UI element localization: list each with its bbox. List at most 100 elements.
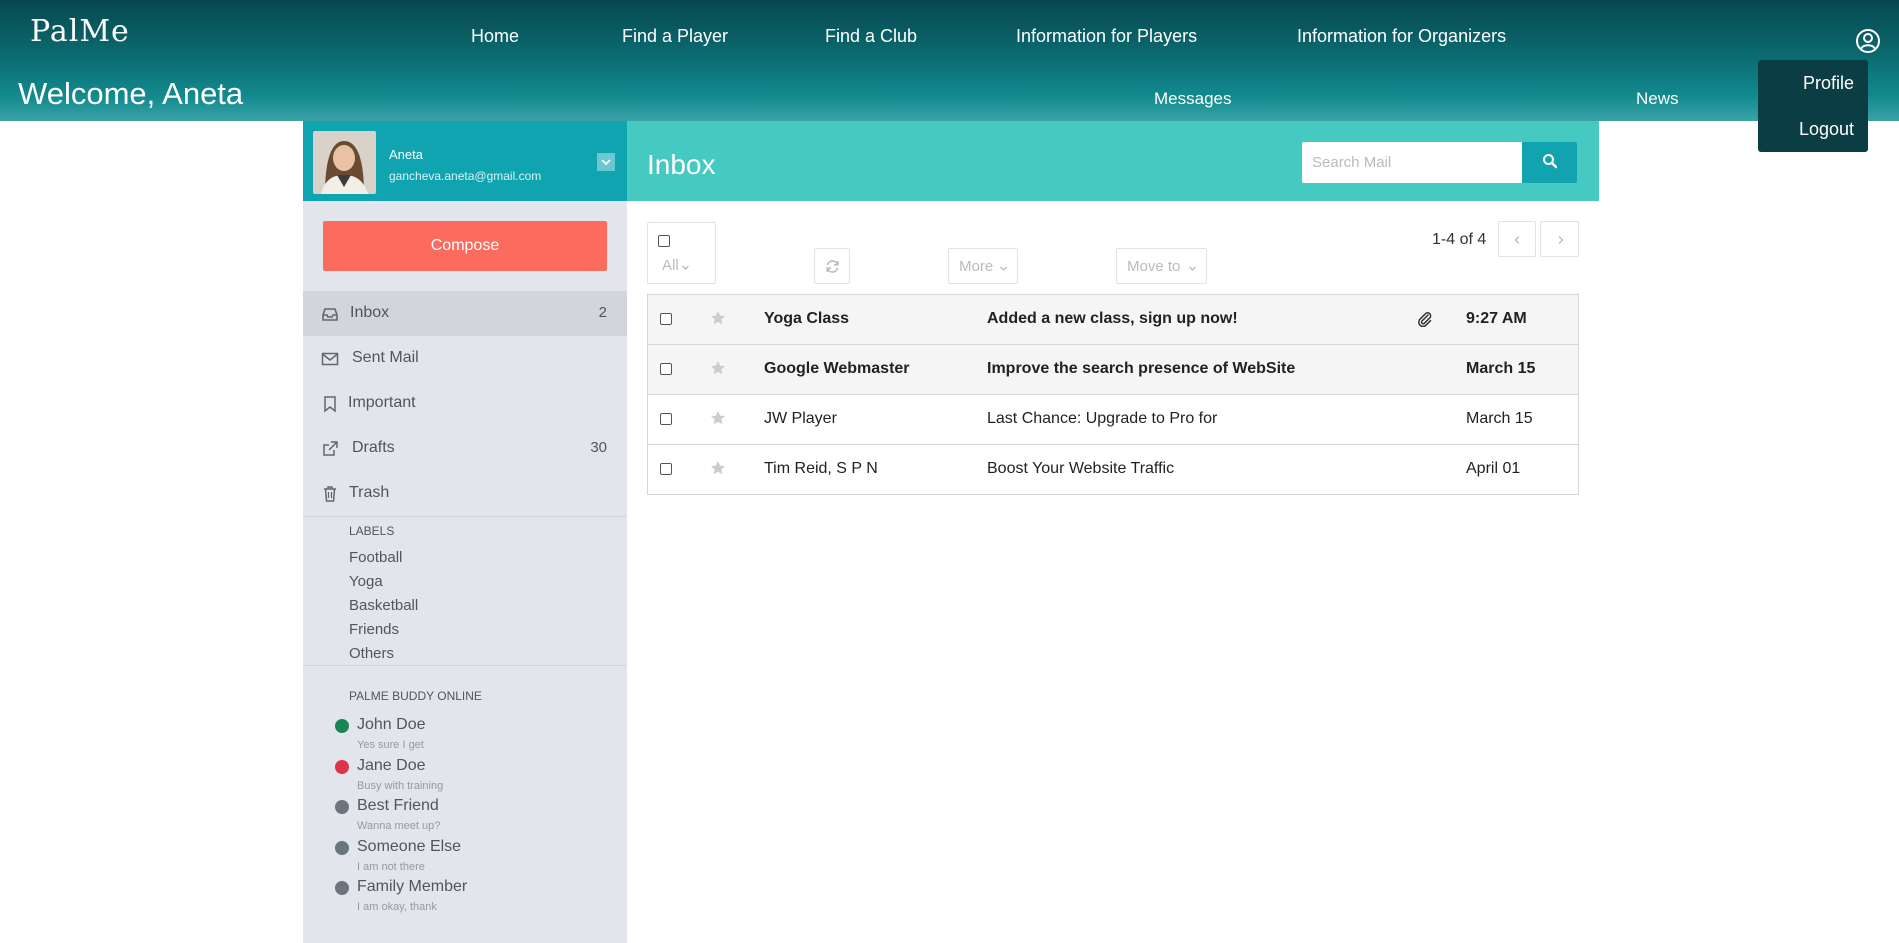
divider <box>303 665 627 666</box>
mail-sender: Google Webmaster <box>764 360 910 377</box>
label-friends[interactable]: Friends <box>349 621 399 638</box>
compose-button[interactable]: Compose <box>323 221 607 271</box>
mail-list: Yoga Class Added a new class, sign up no… <box>647 294 1579 495</box>
folder-sent-mail[interactable]: Sent Mail <box>303 336 627 381</box>
bookmark-icon <box>324 396 336 413</box>
folder-label: Trash <box>349 484 390 501</box>
mail-row[interactable]: JW Player Last Chance: Upgrade to Pro fo… <box>648 395 1578 445</box>
buddy-item[interactable]: Family Member I am okay, thank <box>333 878 613 918</box>
nav-find-player[interactable]: Find a Player <box>622 26 728 47</box>
more-label: More <box>959 258 994 275</box>
buddy-status: I am not there <box>357 861 425 873</box>
external-link-icon <box>323 441 338 456</box>
mail-sender: Tim Reid, S P N <box>764 460 878 477</box>
away-status-dot <box>335 881 349 895</box>
search-icon <box>1542 154 1557 169</box>
nav-news[interactable]: News <box>1636 89 1679 109</box>
labels-heading: LABELS <box>349 524 395 538</box>
mail-row[interactable]: Google Webmaster Improve the search pres… <box>648 345 1578 395</box>
buddy-item[interactable]: Jane Doe Busy with training <box>333 757 613 797</box>
user-circle-icon[interactable] <box>1855 28 1881 54</box>
label-basketball[interactable]: Basketball <box>349 597 418 614</box>
mail-subject: Boost Your Website Traffic <box>987 460 1175 477</box>
folder-label: Inbox <box>350 304 390 321</box>
label-others[interactable]: Others <box>349 645 394 662</box>
mail-sender: JW Player <box>764 410 837 427</box>
next-page-button[interactable] <box>1540 221 1579 257</box>
mail-row[interactable]: Yoga Class Added a new class, sign up no… <box>648 295 1578 345</box>
buddy-item[interactable]: Someone Else I am not there <box>333 838 613 878</box>
star-icon[interactable] <box>710 360 726 376</box>
move-to-label: Move to <box>1127 258 1181 275</box>
row-checkbox[interactable] <box>660 363 672 375</box>
buddy-status: Busy with training <box>357 780 444 792</box>
folder-label: Sent Mail <box>352 349 419 366</box>
nav-messages[interactable]: Messages <box>1154 89 1231 109</box>
menu-profile[interactable]: Profile <box>1803 73 1854 94</box>
chevron-right-icon <box>1558 236 1564 244</box>
page-title: Inbox <box>647 149 716 180</box>
profile-email: gancheva.aneta@gmail.com <box>389 169 542 183</box>
profile-header: Aneta gancheva.aneta@gmail.com <box>303 121 627 201</box>
label-football[interactable]: Football <box>349 549 402 566</box>
star-icon[interactable] <box>710 310 726 326</box>
refresh-button[interactable] <box>814 248 850 284</box>
row-checkbox[interactable] <box>660 463 672 475</box>
mail-subject: Added a new class, sign up now! <box>987 310 1238 327</box>
welcome-heading: Welcome, Aneta <box>18 76 244 111</box>
folder-trash[interactable]: Trash <box>303 471 627 516</box>
star-icon[interactable] <box>710 460 726 476</box>
star-icon[interactable] <box>710 410 726 426</box>
chevron-down-icon <box>1000 266 1007 271</box>
buddy-name: John Doe <box>357 716 426 733</box>
profile-menu-toggle[interactable] <box>597 153 615 171</box>
user-dropdown-menu: Profile Logout <box>1758 60 1868 152</box>
prev-page-button[interactable] <box>1498 221 1536 257</box>
refresh-icon <box>826 260 839 273</box>
more-dropdown[interactable]: More <box>948 248 1018 284</box>
folder-drafts[interactable]: Drafts 30 <box>303 426 627 471</box>
search-input[interactable] <box>1302 142 1522 183</box>
row-checkbox[interactable] <box>660 313 672 325</box>
row-checkbox[interactable] <box>660 413 672 425</box>
mail-row[interactable]: Tim Reid, S P N Boost Your Website Traff… <box>648 445 1578 494</box>
folder-inbox[interactable]: Inbox 2 <box>303 291 627 336</box>
mail-date: March 15 <box>1466 360 1536 377</box>
nav-info-organizers[interactable]: Information for Organizers <box>1297 26 1506 47</box>
nav-home[interactable]: Home <box>471 26 519 47</box>
mail-sidebar: Aneta gancheva.aneta@gmail.com Compose I… <box>303 121 627 943</box>
buddy-name: Someone Else <box>357 838 462 855</box>
nav-info-players[interactable]: Information for Players <box>1016 26 1197 47</box>
buddy-name: Family Member <box>357 878 468 895</box>
pagination-count: 1-4 of 4 <box>1432 231 1487 248</box>
away-status-dot <box>335 800 349 814</box>
inbox-header: Inbox <box>627 121 1599 201</box>
folder-count: 30 <box>590 439 607 456</box>
folder-label: Drafts <box>352 439 395 456</box>
mail-date: April 01 <box>1466 460 1521 477</box>
buddy-heading: PALME BUDDY ONLINE <box>349 689 482 703</box>
avatar <box>313 131 376 194</box>
folder-important[interactable]: Important <box>303 381 627 426</box>
menu-logout[interactable]: Logout <box>1799 119 1854 140</box>
divider <box>303 516 627 517</box>
paperclip-icon <box>1418 312 1432 327</box>
buddy-name: Best Friend <box>357 797 439 814</box>
envelope-icon <box>321 352 339 366</box>
palme-logo[interactable]: PalMe <box>30 14 130 49</box>
select-all-checkbox[interactable] <box>658 235 670 247</box>
label-yoga[interactable]: Yoga <box>349 573 383 590</box>
buddy-item[interactable]: Best Friend Wanna meet up? <box>333 797 613 837</box>
trash-icon <box>324 486 336 502</box>
select-all-dropdown[interactable]: All <box>647 222 716 284</box>
folder-label: Important <box>348 394 416 411</box>
buddy-item[interactable]: John Doe Yes sure I get <box>333 716 613 756</box>
search-button[interactable] <box>1522 142 1577 183</box>
buddy-status: Wanna meet up? <box>357 820 441 832</box>
nav-find-club[interactable]: Find a Club <box>825 26 917 47</box>
chevron-down-icon <box>1189 266 1196 271</box>
mail-subject: Improve the search presence of WebSite <box>987 360 1296 377</box>
away-status-dot <box>335 841 349 855</box>
mail-subject: Last Chance: Upgrade to Pro for <box>987 410 1218 427</box>
move-to-dropdown[interactable]: Move to <box>1116 248 1207 284</box>
